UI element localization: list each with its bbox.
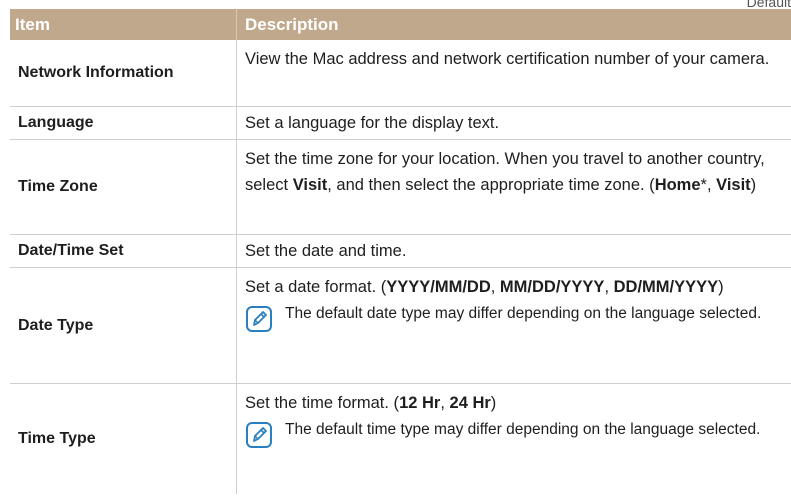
table-row-language: Language Set a language for the display … xyxy=(10,107,791,140)
table-row-time-zone: Time Zone Set the time zone for your loc… xyxy=(10,140,791,235)
option-home: Home xyxy=(654,176,701,194)
table-row-network-information: Network Information View the Mac address… xyxy=(10,40,791,107)
option-visit: Visit xyxy=(292,176,328,194)
header-item: Item xyxy=(15,14,50,34)
note-text: The default time type may differ dependi… xyxy=(285,421,761,438)
table-row-date-type: Date Type Set a date format. (YYYY/MM/DD… xyxy=(10,268,791,384)
note-pencil-icon xyxy=(246,422,272,448)
option-mm-dd-yyyy: MM/DD/YYYY xyxy=(499,278,605,296)
note: The default date type may differ dependi… xyxy=(245,302,783,333)
option-dd-mm-yyyy: DD/MM/YYYY xyxy=(613,278,719,296)
row-item: Network Information xyxy=(18,64,174,81)
note-text: The default date type may differ dependi… xyxy=(285,305,762,322)
settings-table: Item Description Network Information Vie… xyxy=(10,9,791,494)
option-12-hr: 12 Hr xyxy=(399,394,441,412)
row-item: Time Type xyxy=(18,430,96,447)
row-description: Set the time format. (12 Hr, 24 Hr) The … xyxy=(236,384,791,494)
row-description: View the Mac address and network certifi… xyxy=(236,40,791,106)
table-row-time-type: Time Type Set the time format. (12 Hr, 2… xyxy=(10,384,791,494)
row-description: Set a date format. (YYYY/MM/DD, MM/DD/YY… xyxy=(236,268,791,383)
option-visit: Visit xyxy=(716,176,751,194)
row-description: Set a language for the display text. xyxy=(236,107,791,139)
default-label: Default xyxy=(746,0,791,10)
table-header: Item Description xyxy=(10,9,791,40)
note: The default time type may differ dependi… xyxy=(245,418,783,449)
row-description: Set the time zone for your location. Whe… xyxy=(236,140,791,234)
header-description: Description xyxy=(236,9,791,40)
note-pencil-icon xyxy=(246,306,272,332)
option-yyyy-mm-dd: YYYY/MM/DD xyxy=(386,278,491,296)
row-description: Set the date and time. xyxy=(236,235,791,267)
row-item: Date/Time Set xyxy=(18,242,124,259)
table-row-date-time-set: Date/Time Set Set the date and time. xyxy=(10,235,791,268)
row-item: Time Zone xyxy=(18,178,98,195)
row-item: Language xyxy=(18,114,94,131)
option-24-hr: 24 Hr xyxy=(449,394,491,412)
row-item: Date Type xyxy=(18,316,94,334)
